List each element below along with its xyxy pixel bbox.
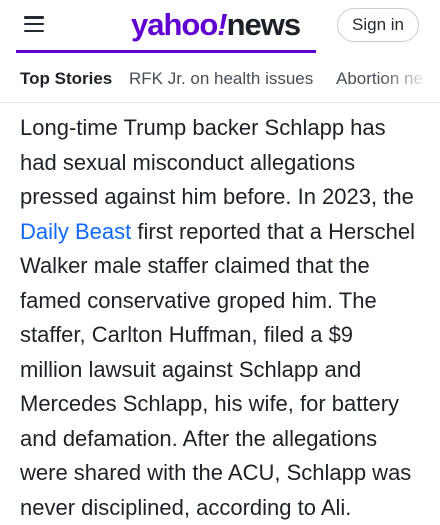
article-line: had sexual misconduct allegations [20, 146, 438, 181]
article-line: pressed against him before. In 2023, the [20, 180, 438, 215]
article-line-text: first reported that a Herschel [131, 219, 415, 244]
daily-beast-link[interactable]: Daily Beast [20, 219, 131, 244]
article-line: were shared with the ACU, Schlapp was [20, 456, 438, 491]
article-line: never disciplined, according to Ali. [20, 491, 438, 525]
top-navigation-bar: yahoo!news Sign in [0, 0, 440, 52]
article-line: Daily Beast first reported that a Hersch… [20, 215, 438, 250]
sign-in-button[interactable]: Sign in [337, 8, 419, 42]
article-paragraph: Long-time Trump backer Schlapp has had s… [20, 111, 438, 525]
article-line: staffer, Carlton Huffman, filed a $9 [20, 318, 438, 353]
article-line: million lawsuit against Schlapp and [20, 353, 438, 388]
article-line: Long-time Trump backer Schlapp has [20, 111, 438, 146]
yahoo-news-logo[interactable]: yahoo!news [131, 6, 300, 44]
hamburger-menu-icon[interactable] [24, 14, 44, 34]
section-tabs: Top Stories RFK Jr. on health issues Abo… [0, 56, 440, 103]
logo-exclamation-text: ! [217, 7, 226, 42]
article-line: Walker male staffer claimed that the [20, 249, 438, 284]
tabs-fade-overlay [380, 56, 440, 102]
article-line: Mercedes Schlapp, his wife, for battery [20, 387, 438, 422]
logo-yahoo-text: yahoo [131, 7, 217, 42]
tab-top-stories[interactable]: Top Stories [20, 69, 112, 89]
tab-rfk-jr-health[interactable]: RFK Jr. on health issues [129, 69, 313, 89]
logo-news-text: news [227, 7, 301, 42]
article-line: and defamation. After the allegations [20, 422, 438, 457]
header-accent-divider [16, 50, 316, 53]
article-line: famed conservative groped him. The [20, 284, 438, 319]
